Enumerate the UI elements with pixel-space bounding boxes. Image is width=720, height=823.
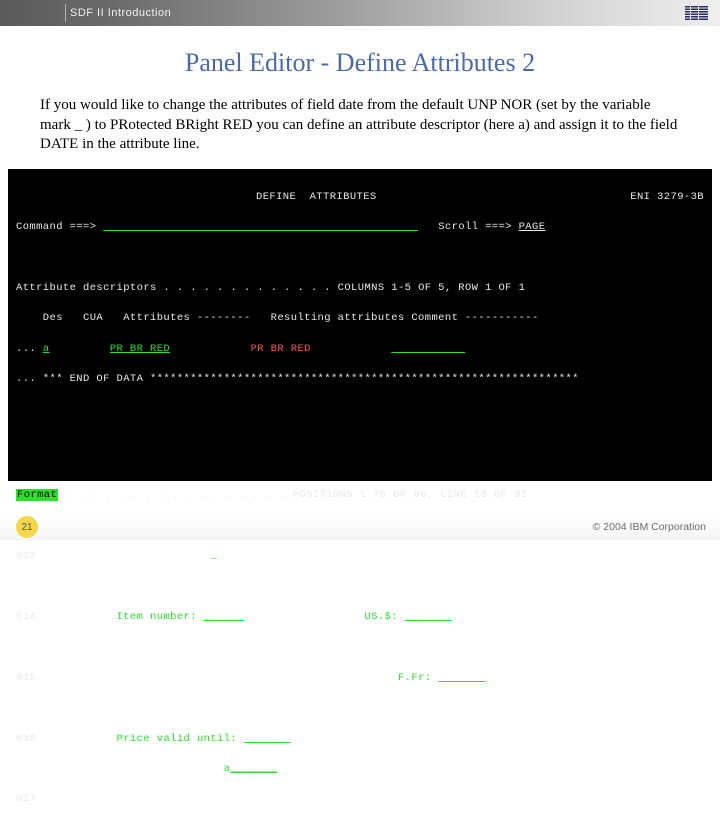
format-dots: . . . . . . . . . . . . . . . . . xyxy=(58,489,286,501)
des-field[interactable]: a xyxy=(43,343,50,355)
scroll-label: Scroll ===> xyxy=(438,221,512,233)
us-dollar-field[interactable] xyxy=(405,611,452,623)
terminal-env: ENI 3279-3B xyxy=(630,190,704,205)
command-input[interactable] xyxy=(103,221,418,233)
end-of-data: ... *** END OF DATA ********************… xyxy=(16,372,704,387)
format-position: POSITIONS 1 75 OF 80, LINE 13 OF 32 xyxy=(293,489,528,501)
ffr-field[interactable] xyxy=(438,672,485,684)
line-017: 017 xyxy=(16,793,36,805)
price-valid-label: Price valid until: xyxy=(117,733,238,745)
date-field[interactable] xyxy=(244,733,291,745)
resulting-attrs: PR BR RED xyxy=(251,343,311,355)
page-number: 21 xyxy=(16,516,38,538)
line-016-mark: a xyxy=(224,763,231,775)
ibm-logo-icon xyxy=(685,6,708,20)
format-label[interactable]: Format xyxy=(16,489,58,501)
attr-header: Attribute descriptors . . . . . . . . . … xyxy=(16,282,338,294)
row-marker: ... xyxy=(16,343,36,355)
ffr-label: F.Fr: xyxy=(398,672,432,684)
terminal-title: DEFINE ATTRIBUTES xyxy=(256,191,377,203)
attr-columns: Des CUA Attributes -------- Resulting at… xyxy=(16,311,704,326)
line-013-mark: _ xyxy=(210,550,217,562)
item-number-field[interactable] xyxy=(204,611,244,623)
footer: 21 © 2004 IBM Corporation xyxy=(0,514,720,540)
comment-field[interactable] xyxy=(391,343,465,355)
line-014: 014 xyxy=(16,611,36,623)
line-016: 016 xyxy=(16,733,36,745)
us-dollar-label: US.$: xyxy=(365,611,399,623)
terminal-screenshot: DEFINE ATTRIBUTES ENI 3279-3B Command ===… xyxy=(8,169,712,481)
command-label: Command ===> xyxy=(16,221,96,233)
attrs-field[interactable]: PR BR RED xyxy=(110,343,170,355)
copyright-text: © 2004 IBM Corporation xyxy=(593,521,706,533)
description-text: If you would like to change the attribut… xyxy=(0,78,720,169)
breadcrumb: SDF II Introduction xyxy=(70,7,171,19)
scroll-value[interactable]: PAGE xyxy=(519,221,546,233)
top-bar: SDF II Introduction xyxy=(0,0,720,26)
page-title: Panel Editor - Define Attributes 2 xyxy=(0,48,720,78)
item-number-label: Item number: xyxy=(117,611,197,623)
line-013: 013 xyxy=(16,550,36,562)
attr-header-count: COLUMNS 1-5 OF 5, ROW 1 OF 1 xyxy=(338,282,526,294)
line-015: 015 xyxy=(16,672,36,684)
